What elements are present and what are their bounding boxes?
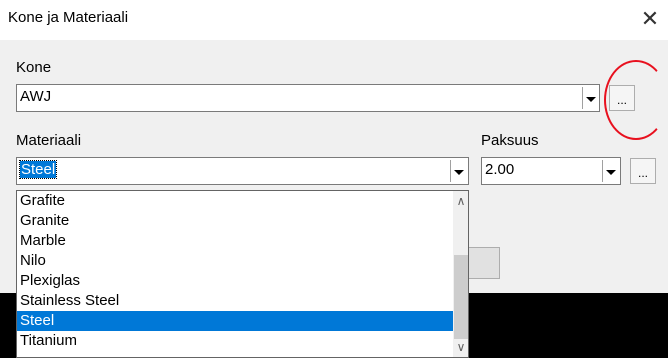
list-item[interactable]: Nilo [17, 251, 453, 271]
scroll-up-icon[interactable]: ∧ [453, 193, 468, 209]
kone-label: Kone [16, 59, 52, 76]
list-item[interactable]: Plexiglas [17, 271, 453, 291]
materiaali-dropdown-list[interactable]: Grafite Granite Marble Nilo Plexiglas St… [16, 190, 469, 358]
list-item[interactable]: Stainless Steel [17, 291, 453, 311]
list-item-selected[interactable]: Steel [17, 311, 453, 331]
list-item[interactable]: Marble [17, 231, 453, 251]
chevron-down-icon[interactable] [582, 87, 598, 109]
list-item[interactable]: Granite [17, 211, 453, 231]
scroll-down-icon[interactable]: ∨ [453, 339, 468, 355]
kone-value: AWJ [20, 88, 52, 105]
paksuus-value: 2.00 [485, 161, 515, 178]
chevron-down-icon[interactable] [450, 160, 466, 182]
kone-combobox[interactable]: AWJ [16, 84, 600, 112]
materiaali-label: Materiaali [16, 132, 82, 149]
paksuus-label: Paksuus [481, 132, 539, 149]
materiaali-combobox[interactable]: Steel [16, 157, 469, 185]
list-scrollbar[interactable]: ∧ ∨ [453, 191, 468, 357]
dialog-window: Kone ja Materiaali ✕ Kone AWJ ... Materi… [0, 0, 668, 358]
chevron-down-icon[interactable] [602, 160, 618, 182]
title-bar: Kone ja Materiaali ✕ [0, 0, 668, 40]
list-item[interactable]: Grafite [17, 191, 453, 211]
paksuus-combobox[interactable]: 2.00 [481, 157, 621, 185]
scroll-thumb[interactable] [454, 255, 468, 339]
window-title: Kone ja Materiaali [8, 9, 129, 26]
annotation-circle [604, 60, 668, 140]
paksuus-browse-button[interactable]: ... [630, 158, 656, 184]
list-item[interactable]: Titanium [17, 331, 453, 351]
close-icon[interactable]: ✕ [636, 6, 664, 34]
materiaali-value: Steel [18, 160, 58, 179]
